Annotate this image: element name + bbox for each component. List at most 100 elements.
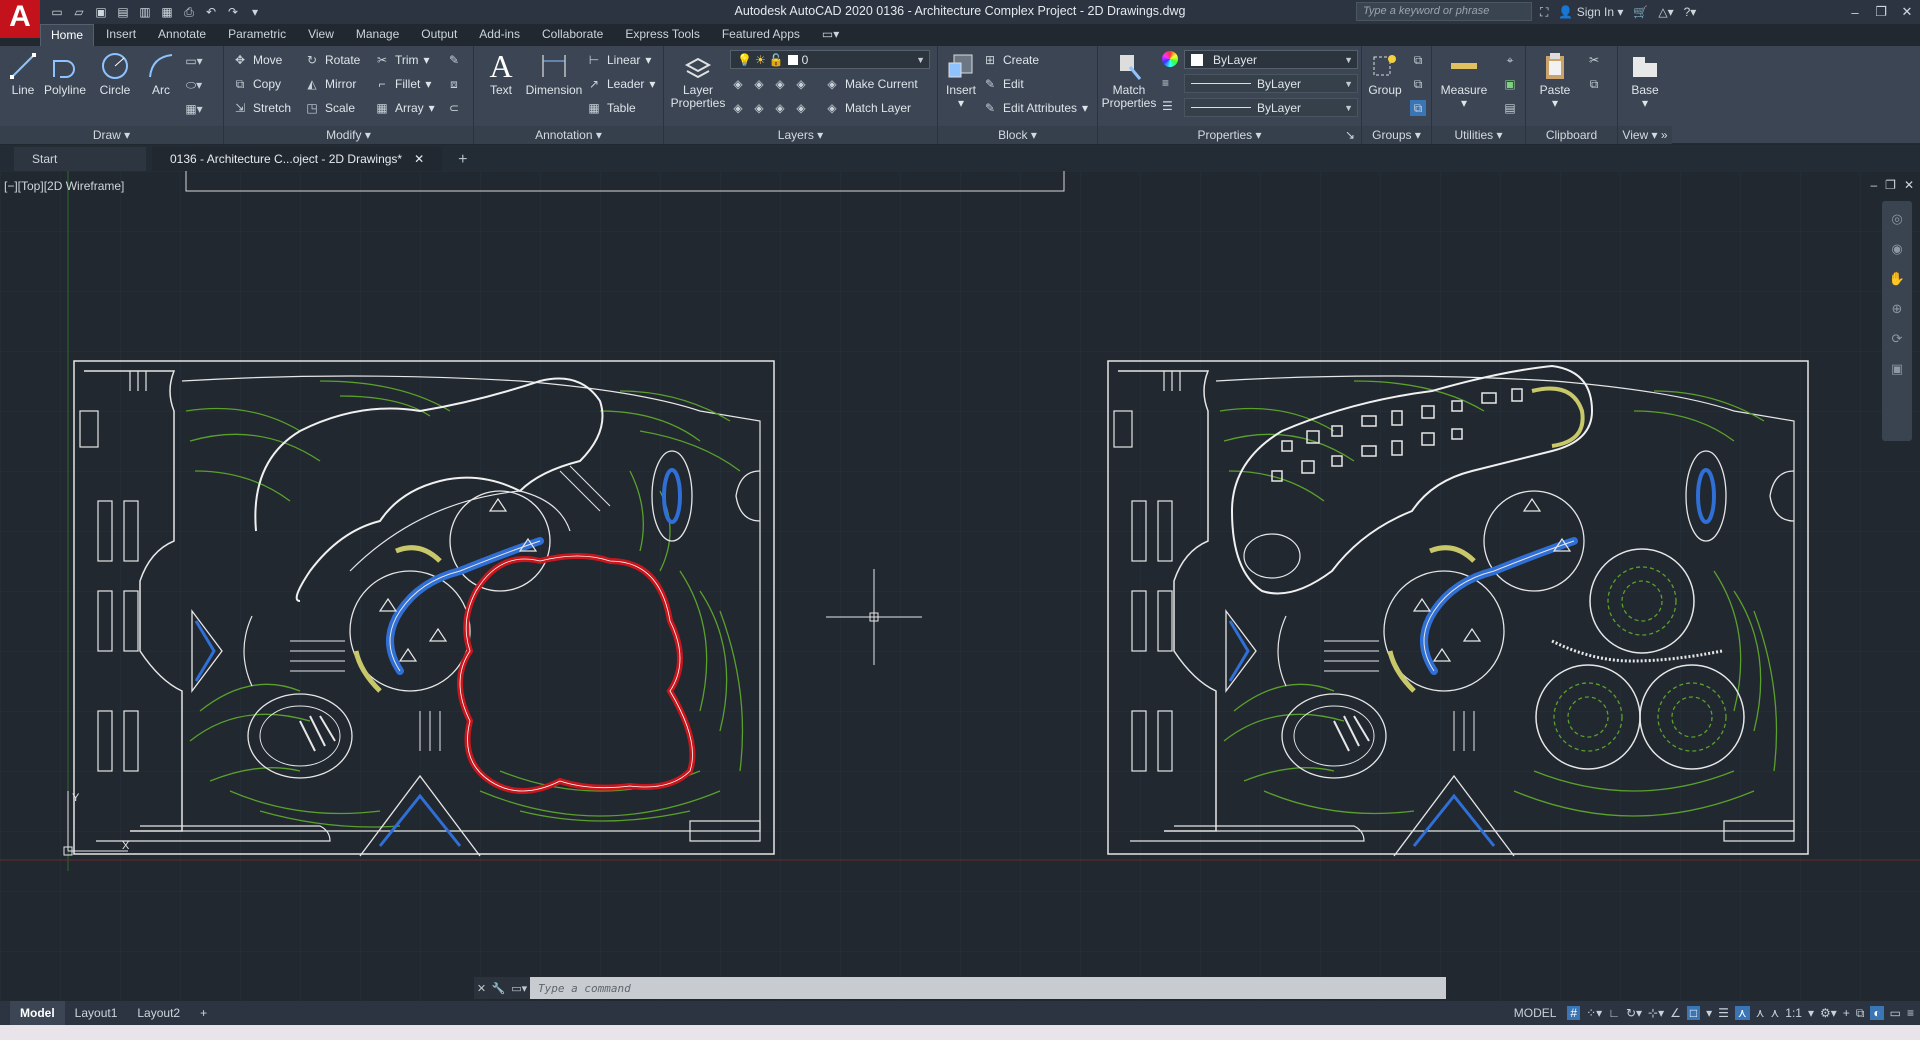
- dimension-button[interactable]: Dimension: [524, 50, 584, 97]
- open-icon[interactable]: ▱: [70, 3, 88, 21]
- annotation-scale-value[interactable]: 1:1: [1785, 1006, 1802, 1020]
- erase-button[interactable]: ✎: [446, 50, 462, 70]
- match-properties-button[interactable]: Match Properties: [1102, 50, 1156, 110]
- color-dropdown[interactable]: ByLayer ▼: [1184, 50, 1358, 69]
- layers-panel-title[interactable]: Layers ▾: [664, 126, 937, 144]
- color-wheel-icon[interactable]: [1162, 51, 1178, 67]
- edit-attributes-button[interactable]: ✎ Edit Attributes ▾: [982, 98, 1088, 118]
- group-button[interactable]: Group: [1362, 50, 1408, 97]
- cart-icon[interactable]: 🛒: [1633, 5, 1648, 19]
- line-button[interactable]: Line: [0, 50, 46, 97]
- linetype-dropdown[interactable]: ByLayer ▼: [1184, 74, 1358, 93]
- tab-add-ins[interactable]: Add-ins: [469, 24, 530, 46]
- leader-button[interactable]: ↗ Leader ▾: [586, 74, 655, 94]
- redo-icon[interactable]: ↷: [224, 3, 242, 21]
- save-web-icon[interactable]: ▦: [158, 3, 176, 21]
- match-layer-button[interactable]: ◈ Match Layer: [824, 98, 911, 118]
- full-navigation-wheel-icon[interactable]: ◉: [1891, 241, 1902, 257]
- restore-icon[interactable]: ❐: [1868, 0, 1894, 24]
- tab-annotate[interactable]: Annotate: [148, 24, 216, 46]
- tab-parametric[interactable]: Parametric: [218, 24, 296, 46]
- tab-layout1[interactable]: Layout1: [65, 1001, 128, 1025]
- customize-command-icon[interactable]: 🔧: [492, 982, 506, 995]
- auto-scale-icon[interactable]: ⋏: [1756, 1006, 1765, 1020]
- zoom-extents-icon[interactable]: ⊕: [1892, 301, 1903, 317]
- close-command-icon[interactable]: ✕: [477, 982, 486, 995]
- group-select-button[interactable]: ⧉: [1410, 98, 1426, 118]
- tab-active-drawing[interactable]: 0136 - Architecture C...oject - 2D Drawi…: [152, 147, 443, 171]
- save-icon[interactable]: ▣: [92, 3, 110, 21]
- layer-lock-icon[interactable]: ◈: [793, 76, 809, 92]
- snap-icon[interactable]: ⁘▾: [1586, 1006, 1602, 1020]
- scale-button[interactable]: ◳ Scale: [304, 98, 355, 118]
- viewport-close-icon[interactable]: ✕: [1904, 178, 1914, 192]
- model-space-toggle[interactable]: MODEL: [1509, 1003, 1562, 1023]
- tab-layout2[interactable]: Layout2: [127, 1001, 190, 1025]
- layer-thaw-icon[interactable]: ◈: [772, 100, 788, 116]
- customize-qat-icon[interactable]: ▾: [246, 3, 264, 21]
- properties-panel-title[interactable]: Properties ▾ ↘: [1098, 126, 1361, 144]
- units-icon[interactable]: ⧉: [1856, 1006, 1865, 1021]
- paste-button[interactable]: Paste ▾: [1532, 50, 1578, 110]
- utilities-panel-title[interactable]: Utilities ▾: [1432, 126, 1525, 144]
- autodesk-app-icon[interactable]: △▾: [1658, 5, 1673, 19]
- save-as-icon[interactable]: ▤: [114, 3, 132, 21]
- binoculars-icon[interactable]: ⛶: [1540, 5, 1548, 20]
- object-snap-icon[interactable]: □: [1686, 1006, 1701, 1020]
- create-block-button[interactable]: ⊞ Create: [982, 50, 1039, 70]
- measure-button[interactable]: Measure ▾: [1436, 50, 1492, 110]
- tab-start[interactable]: Start: [14, 147, 146, 171]
- app-menu-button[interactable]: A: [0, 0, 40, 38]
- close-icon[interactable]: ✕: [1894, 0, 1920, 24]
- view-panel-title[interactable]: View ▾ »: [1618, 126, 1672, 144]
- mirror-button[interactable]: ◭ Mirror: [304, 74, 356, 94]
- trim-button[interactable]: ✂ Trim ▾: [374, 50, 430, 70]
- calculator-button[interactable]: ▤: [1502, 98, 1518, 118]
- ortho-icon[interactable]: ∟: [1608, 1006, 1620, 1020]
- draw-panel-title[interactable]: Draw ▾: [0, 126, 223, 144]
- steering-wheel-icon[interactable]: ◎: [1891, 211, 1902, 227]
- open-web-icon[interactable]: ▥: [136, 3, 154, 21]
- recent-commands-icon[interactable]: ▭▾: [511, 982, 527, 995]
- polyline-button[interactable]: Polyline: [42, 50, 88, 97]
- plot-icon[interactable]: ⎙: [180, 3, 198, 21]
- command-input[interactable]: Type a command: [530, 977, 1446, 999]
- tab-home[interactable]: Home: [40, 24, 95, 46]
- layer-freeze-icon[interactable]: ◈: [772, 76, 788, 92]
- layer-unisolate-icon[interactable]: ◈: [751, 100, 767, 116]
- copy-clip-button[interactable]: ⧉: [1586, 74, 1602, 94]
- stretch-button[interactable]: ⇲ Stretch: [232, 98, 291, 118]
- cut-button[interactable]: ✂: [1586, 50, 1602, 70]
- tab-output[interactable]: Output: [411, 24, 467, 46]
- tab-express-tools[interactable]: Express Tools: [615, 24, 709, 46]
- minimize-icon[interactable]: –: [1842, 0, 1868, 24]
- annotation-panel-title[interactable]: Annotation ▾: [474, 126, 663, 144]
- isodraft-icon[interactable]: ∠: [1670, 1006, 1681, 1020]
- circle-button[interactable]: Circle: [92, 50, 138, 97]
- showmotion-icon[interactable]: ▣: [1891, 361, 1903, 377]
- offset-button[interactable]: ⊂: [446, 98, 462, 118]
- sign-in-button[interactable]: 👤 Sign In ▾: [1558, 5, 1623, 19]
- table-button[interactable]: ▦ Table: [586, 98, 635, 118]
- tab-collaborate[interactable]: Collaborate: [532, 24, 613, 46]
- ellipse-button[interactable]: ⬭▾: [186, 75, 202, 95]
- workspace-gear-icon[interactable]: ⚙▾: [1820, 1006, 1837, 1020]
- base-button[interactable]: Base ▾: [1622, 50, 1668, 110]
- copy-button[interactable]: ⧉ Copy: [232, 74, 281, 94]
- linear-button[interactable]: ⊢ Linear ▾: [586, 50, 652, 70]
- annotation-monitor-icon[interactable]: +: [1843, 1006, 1850, 1020]
- layer-unlock-icon[interactable]: ◈: [793, 100, 809, 116]
- search-input[interactable]: Type a keyword or phrase: [1356, 2, 1532, 21]
- quick-select-button[interactable]: ▣: [1502, 74, 1518, 94]
- edit-block-button[interactable]: ✎ Edit: [982, 74, 1024, 94]
- polar-icon[interactable]: ↻▾: [1626, 1006, 1642, 1020]
- clipboard-panel-title[interactable]: Clipboard: [1526, 126, 1617, 144]
- modify-panel-title[interactable]: Modify ▾: [224, 126, 473, 144]
- tab-view[interactable]: View: [298, 24, 344, 46]
- rectangle-button[interactable]: ▭▾: [185, 51, 202, 71]
- video-icon[interactable]: ▭▾: [812, 24, 846, 46]
- rotate-button[interactable]: ↻ Rotate: [304, 50, 360, 70]
- annotation-visibility-icon[interactable]: ⋏: [1734, 1006, 1750, 1020]
- move-button[interactable]: ✥ Move: [232, 50, 282, 70]
- clean-screen-icon[interactable]: ▭: [1890, 1006, 1901, 1020]
